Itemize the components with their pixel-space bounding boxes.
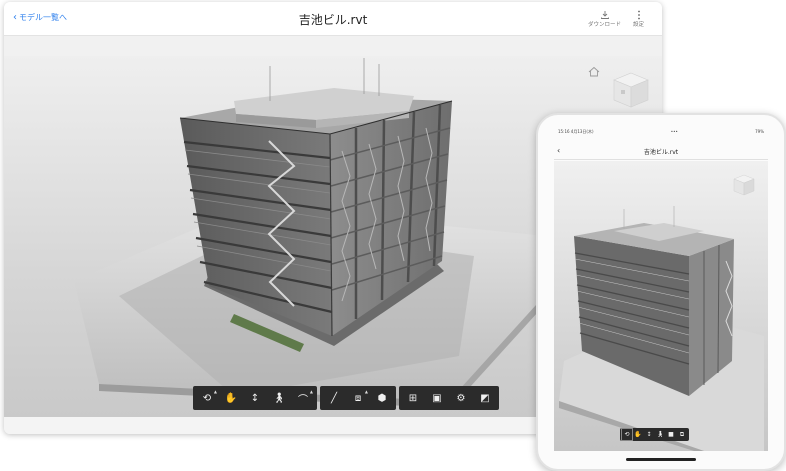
status-bar: 15:16 4月13日(木) ••• 79% (558, 129, 764, 137)
pan-icon[interactable]: ✋ (220, 388, 242, 408)
settings-tools: ⊞ ▣ ⚙ ◩ (399, 386, 499, 410)
phone-3d-viewport[interactable] (554, 161, 768, 451)
camera-icon[interactable]: ⌒ ▲ (292, 388, 314, 408)
phone-header: ‹ 吉池ビル.rvt (554, 143, 768, 160)
fullscreen-icon[interactable]: ◩ (474, 388, 496, 408)
properties-icon[interactable]: ▣ (426, 388, 448, 408)
explode-icon[interactable]: ⬢ (371, 388, 393, 408)
page-title: 吉池ビル.rvt (298, 13, 368, 27)
header-spacer (4, 36, 662, 56)
status-time: 15:16 4月13日(木) (558, 129, 594, 134)
more-tools-icon[interactable]: ⧉ (677, 429, 687, 440)
phone-device: 15:16 4月13日(木) ••• 79% ‹ 吉池ビル.rvt ⟲ ✋ ↕ … (536, 113, 786, 471)
download-label: ダウンロード (588, 22, 622, 28)
status-battery: 79% (755, 129, 764, 134)
home-view-icon[interactable] (588, 62, 600, 81)
phone-view-cube (733, 174, 755, 196)
section-icon[interactable]: ⧈ ▲ (347, 388, 369, 408)
walk-icon[interactable]: 🚶︎ (655, 429, 665, 440)
model-browser-icon[interactable]: ⊞ (402, 388, 424, 408)
status-dots: ••• (670, 129, 678, 134)
model-tools: ╱ ⧈ ▲ ⬢ (320, 386, 396, 410)
download-icon (600, 9, 610, 20)
phone-viewer-toolbar: ⟲ ✋ ↕ 🚶︎ ■ ⧉ (620, 428, 689, 441)
settings-icon[interactable]: ⚙ (450, 388, 472, 408)
download-button[interactable]: ダウンロード (588, 9, 621, 28)
viewer-toolbar: ⟲ ▲ ✋ ↕ 🚶︎ ⌒ ▲ ╱ ⧈ ▲ ⬢ ⊞ ▣ ⚙ ◩ (193, 386, 499, 410)
walk-icon[interactable]: 🚶︎ (268, 388, 290, 408)
orbit-icon[interactable]: ⟲ (621, 428, 633, 441)
view-cube[interactable] (610, 70, 652, 114)
phone-building-render (559, 174, 764, 451)
home-indicator (626, 458, 696, 461)
camera-icon[interactable]: ■ (666, 429, 676, 440)
settings-label: 設定 (633, 22, 645, 28)
phone-page-title: 吉池ビル.rvt (643, 149, 679, 156)
app-header: ‹ モデル一覧へ 吉池ビル.rvt ダウンロード 設定 (4, 2, 662, 36)
settings-button[interactable]: 設定 (633, 9, 644, 28)
navigation-tools: ⟲ ▲ ✋ ↕ 🚶︎ ⌒ ▲ (193, 386, 317, 410)
orbit-icon[interactable]: ⟲ ▲ (196, 388, 218, 408)
zoom-icon[interactable]: ↕ (244, 388, 266, 408)
more-vertical-icon (637, 9, 641, 20)
zoom-icon[interactable]: ↕ (644, 429, 654, 440)
pan-icon[interactable]: ✋ (633, 429, 643, 440)
measure-icon[interactable]: ╱ (323, 388, 345, 408)
